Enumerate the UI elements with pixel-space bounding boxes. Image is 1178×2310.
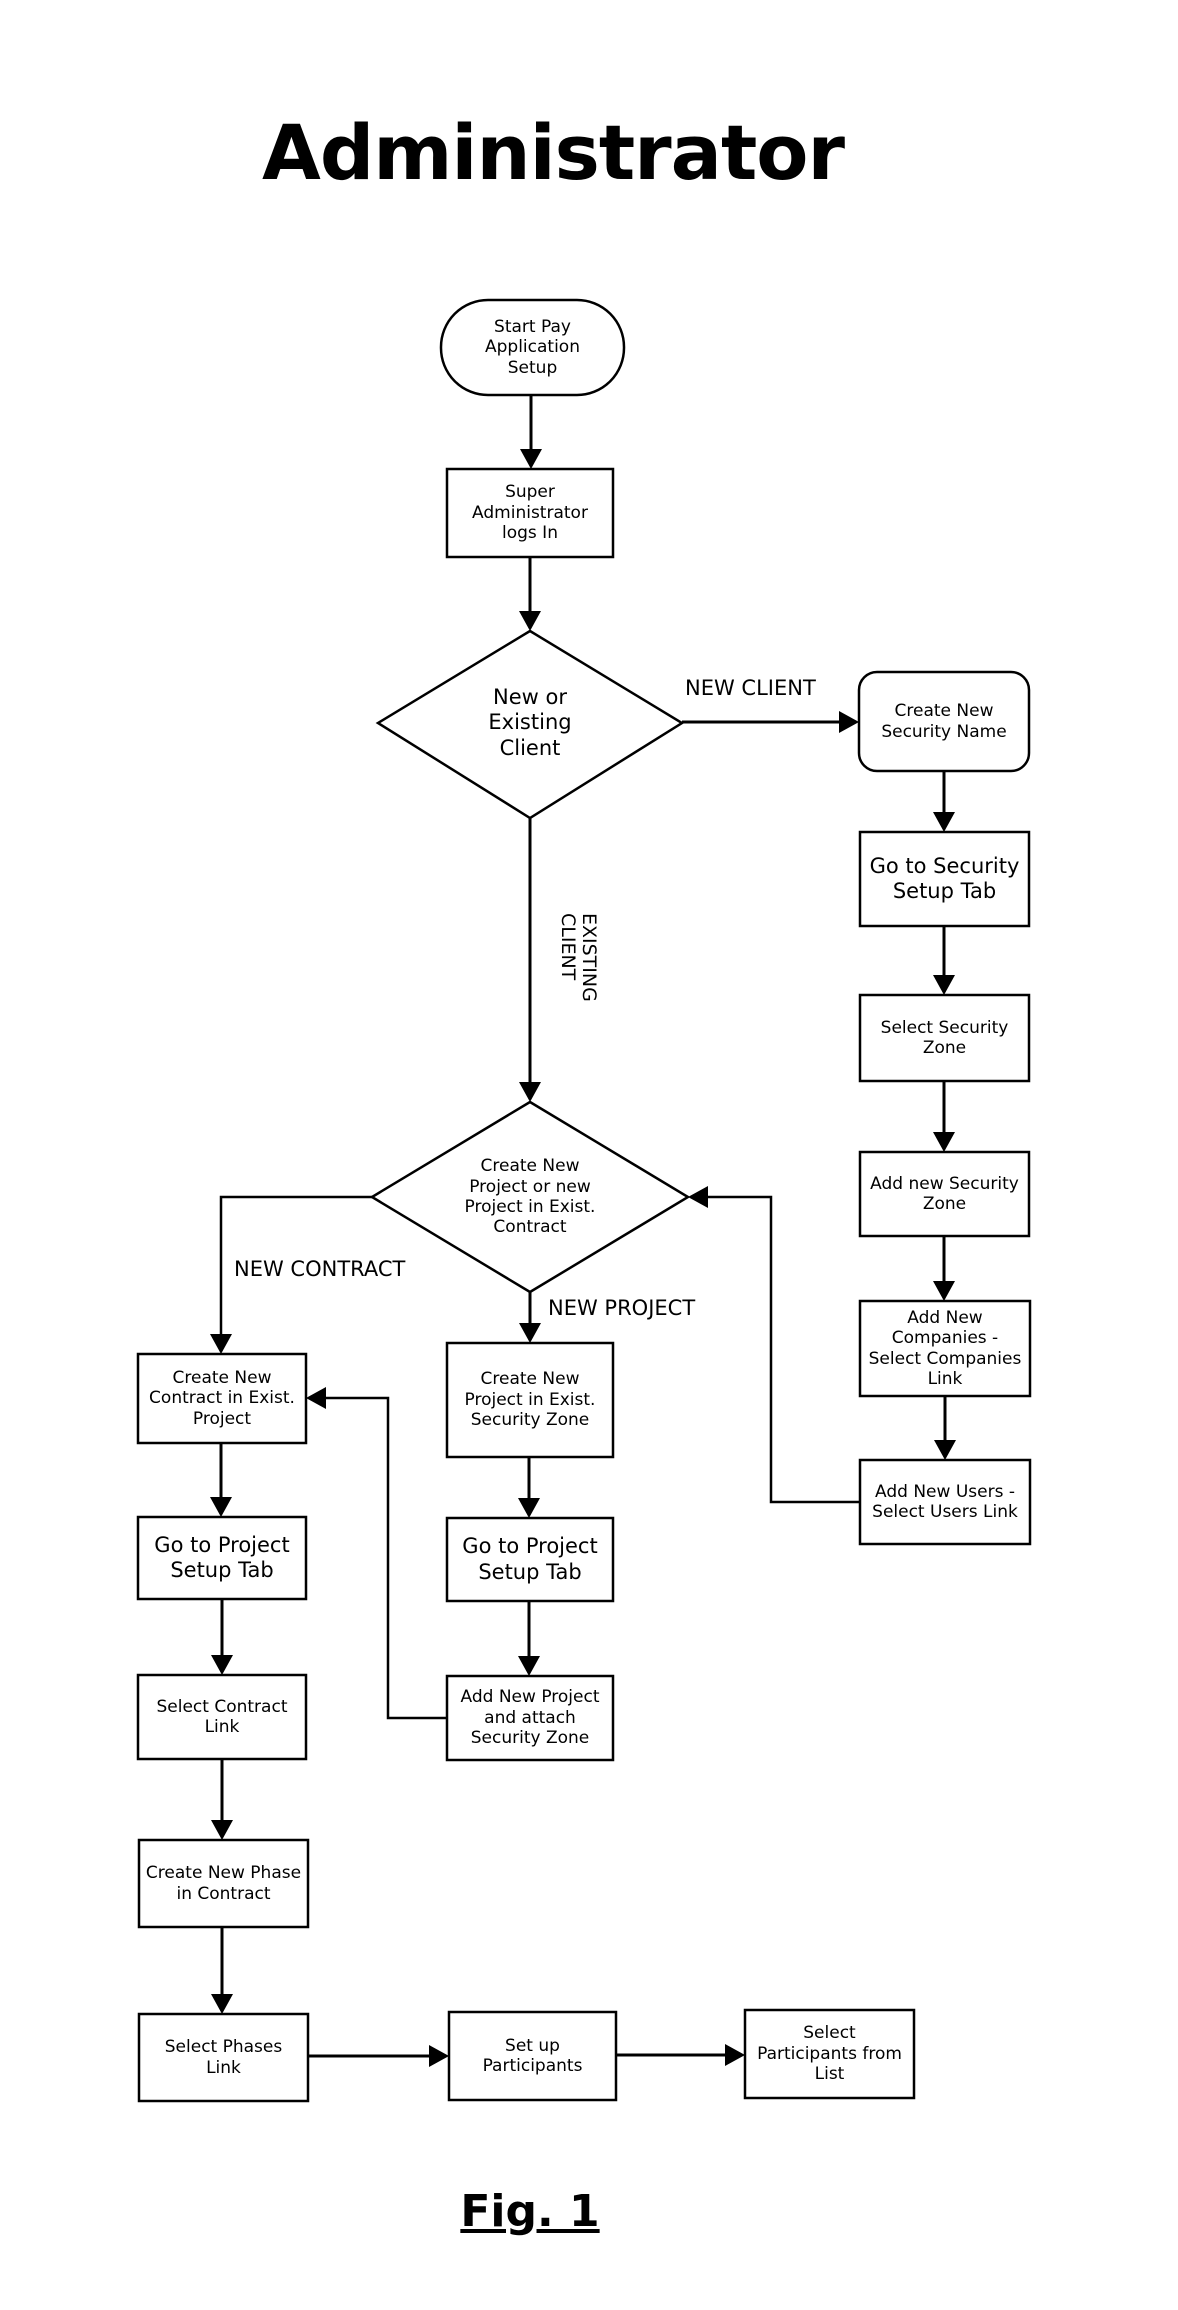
figure-caption: Fig. 1 xyxy=(460,2186,600,2237)
edge-add-zone-to-companies xyxy=(933,1236,955,1301)
node-add-companies: Add New Companies - Select Companies Lin… xyxy=(868,1307,1022,1389)
edge-add-project-to-contract xyxy=(306,1387,447,1720)
edge-select-zone-to-add-zone xyxy=(933,1081,955,1152)
node-create-project: Create New Project in Exist. Security Zo… xyxy=(464,1369,596,1431)
edge-label-new-client: NEW CLIENT xyxy=(685,676,816,700)
edge-label-new-contract: NEW CONTRACT xyxy=(234,1257,406,1281)
node-create-security-name: Create New Security Name xyxy=(881,701,1007,742)
edge-project-tab-to-contract-link xyxy=(211,1599,233,1675)
edge-phase-to-phases-link xyxy=(211,1927,233,2014)
edge-companies-to-users xyxy=(934,1396,956,1460)
edge-tab-to-select-zone xyxy=(933,926,955,995)
edge-new-project xyxy=(519,1292,541,1343)
node-create-contract: Create New Contract in Exist. Project xyxy=(149,1367,295,1429)
edge-new-client xyxy=(682,711,859,733)
edge-users-to-decision-project xyxy=(688,1186,860,1504)
node-add-users: Add New Users - Select Users Link xyxy=(872,1481,1018,1522)
decision-project: Create New Project or new Project in Exi… xyxy=(464,1156,596,1238)
edge-label-existing-client: EXISTING CLIENT xyxy=(557,913,600,1002)
node-select-participants: Select Participants from List xyxy=(757,2023,902,2085)
node-project-setup-tab-left: Go to Project Setup Tab xyxy=(154,1532,290,1582)
edge-project-tab-to-add-project xyxy=(518,1601,540,1676)
decision-client: New or Existing Client xyxy=(488,685,572,760)
edge-label-new-project: NEW PROJECT xyxy=(548,1296,696,1320)
edge-contract-to-project-tab xyxy=(210,1443,232,1517)
node-add-project-attach-zone: Add New Project and attach Security Zone xyxy=(460,1687,600,1749)
edge-contract-link-to-phase xyxy=(211,1759,233,1840)
node-project-setup-tab-right: Go to Project Setup Tab xyxy=(462,1534,598,1584)
node-super-admin-login: Super Administrator logs In xyxy=(472,482,588,544)
edge-login-to-decision xyxy=(519,557,541,631)
node-security-setup-tab: Go to Security Setup Tab xyxy=(869,853,1020,903)
edge-start-to-login xyxy=(520,395,542,469)
node-select-security-zone: Select Security Zone xyxy=(880,1017,1009,1058)
edge-create-project-to-tab xyxy=(518,1457,540,1518)
edge-security-name-to-tab xyxy=(933,771,955,832)
node-add-security-zone: Add new Security Zone xyxy=(870,1173,1019,1214)
node-start: Start Pay Application Setup xyxy=(485,316,580,378)
edge-participants-to-select xyxy=(616,2044,745,2066)
node-select-phases-link: Select Phases Link xyxy=(164,2037,283,2078)
node-select-contract-link: Select Contract Link xyxy=(156,1696,288,1737)
edge-existing-client xyxy=(519,818,541,1102)
node-set-up-participants: Set up Participants xyxy=(482,2035,583,2076)
edge-phases-link-to-participants xyxy=(308,2045,449,2067)
node-create-phase: Create New Phase in Contract xyxy=(145,1863,302,1904)
